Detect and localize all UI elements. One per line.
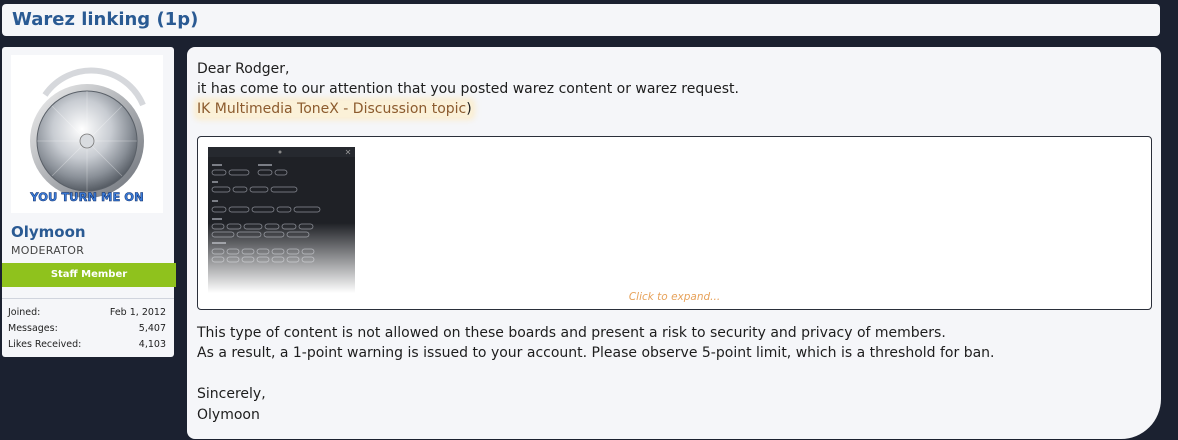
stat-messages: Messages: 5,407	[2, 321, 174, 337]
policy-text: This type of content is not allowed on t…	[197, 325, 946, 341]
stat-value: Feb 1, 2012	[109, 307, 166, 318]
warning-text: As a result, a 1-point warning is issued…	[197, 345, 995, 361]
staff-member-banner: Staff Member	[2, 263, 176, 287]
link-close-paren: )	[466, 101, 472, 117]
post-body: Dear Rodger, it has come to our attentio…	[187, 47, 1161, 439]
attachment-thumbnail[interactable]	[208, 147, 355, 293]
stat-label: Messages:	[8, 323, 58, 334]
stat-label: Joined:	[8, 307, 41, 318]
stat-likes: Likes Received: 4,103	[2, 337, 174, 353]
username[interactable]: Olymoon	[11, 223, 86, 241]
signature-text: Olymoon	[197, 407, 260, 423]
topic-link-wrapper: IK Multimedia ToneX - Discussion topic)	[197, 101, 472, 117]
topic-link[interactable]: IK Multimedia ToneX - Discussion topic	[197, 101, 466, 117]
stat-value: 4,103	[138, 339, 166, 350]
knob-avatar-image: YOU TURN ME ON	[29, 67, 146, 204]
user-title: MODERATOR	[11, 244, 85, 257]
click-to-expand-link[interactable]: Click to expand...	[198, 291, 1151, 303]
user-panel: YOU TURN ME ON Olymoon MODERATOR Staff M…	[2, 47, 176, 357]
stat-joined: Joined: Feb 1, 2012	[2, 305, 174, 321]
thread-title: Warez linking (1p)	[12, 9, 199, 30]
avatar-caption: YOU TURN ME ON	[29, 190, 143, 204]
stat-label: Likes Received:	[8, 339, 82, 350]
stat-value[interactable]: 5,407	[139, 321, 166, 337]
greeting-text: Dear Rodger,	[197, 61, 290, 77]
closing-text: Sincerely,	[197, 386, 266, 402]
quote-box: Click to expand...	[197, 136, 1152, 310]
thread-title-bar: Warez linking (1p)	[2, 4, 1160, 36]
avatar[interactable]: YOU TURN ME ON	[11, 55, 163, 213]
intro-text: it has come to our attention that you po…	[197, 81, 739, 97]
user-stats: Joined: Feb 1, 2012 Messages: 5,407 Like…	[2, 298, 174, 353]
thumbnail-fade	[208, 223, 355, 293]
